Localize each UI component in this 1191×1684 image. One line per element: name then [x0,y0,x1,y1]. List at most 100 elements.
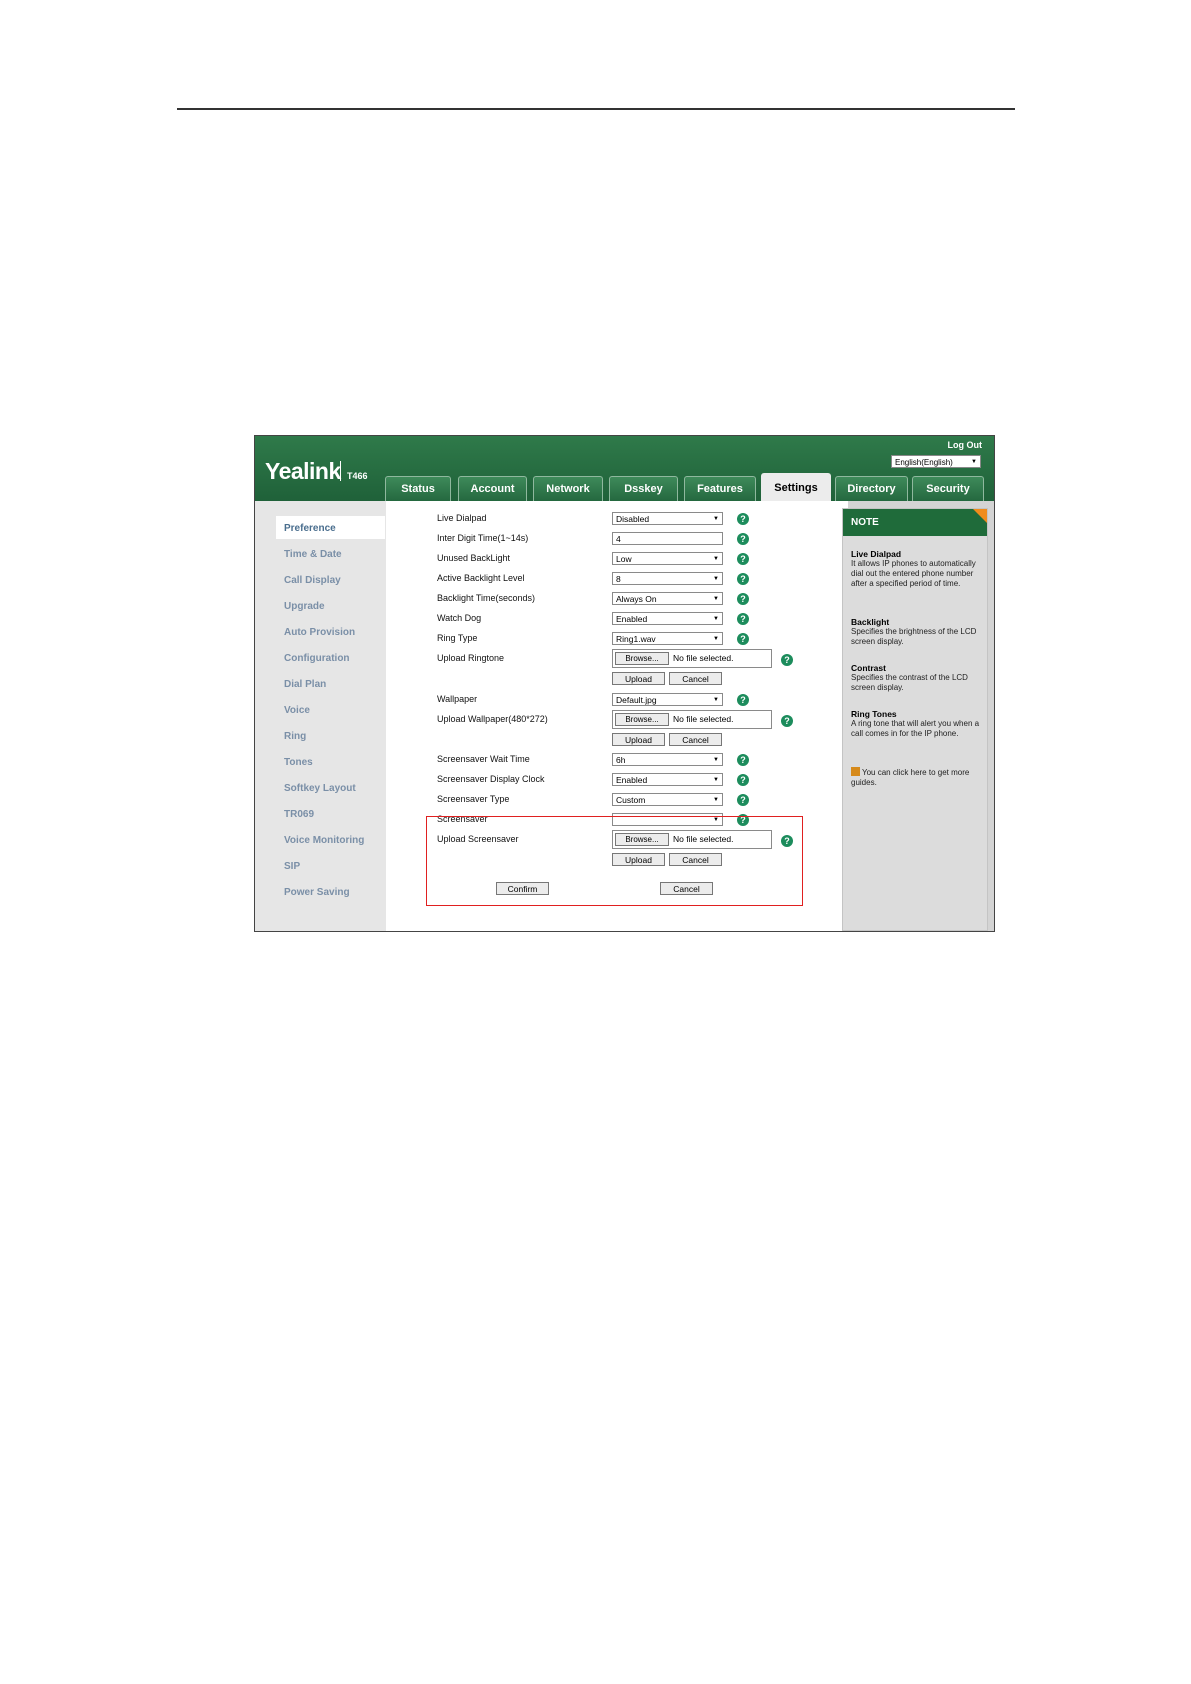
page-header-rule [177,108,1015,110]
cancel-upload-button[interactable]: Cancel [669,733,722,746]
browse-button[interactable]: Browse... [615,713,669,726]
file-input-ringtone: Browse... No file selected. [612,649,772,668]
note-text: Specifies the contrast of the LCD screen… [851,673,968,692]
label-upload-ringtone: Upload Ringtone [437,653,505,663]
help-icon[interactable]: ? [737,593,749,605]
label-wallpaper: Wallpaper [437,694,478,704]
file-input-wallpaper: Browse... No file selected. [612,710,772,729]
chevron-down-icon: ▼ [713,556,719,562]
help-icon[interactable]: ? [737,513,749,525]
label-active-backlight-level: Active Backlight Level [437,573,525,583]
select-live-dialpad[interactable]: Disabled ▼ [612,512,723,525]
chevron-down-icon: ▼ [713,596,719,602]
sidebar-item-configuration[interactable]: Configuration [284,653,350,664]
note-text: A ring tone that will alert you when a c… [851,719,980,738]
input-inter-digit-time[interactable]: 4 [612,532,723,545]
help-icon[interactable]: ? [737,573,749,585]
sidebar-item-tones[interactable]: Tones [284,757,313,768]
select-active-backlight-level[interactable]: 8 ▼ [612,572,723,585]
help-icon[interactable]: ? [781,715,793,727]
help-icon[interactable]: ? [737,694,749,706]
select-unused-backlight[interactable]: Low ▼ [612,552,723,565]
select-watch-dog[interactable]: Enabled ▼ [612,612,723,625]
chevron-down-icon: ▼ [713,636,719,642]
label-screensaver-wait-time: Screensaver Wait Time [437,754,530,764]
upload-button[interactable]: Upload [612,672,665,685]
note-title: Live Dialpad [851,549,902,559]
select-wallpaper[interactable]: Default.jpg ▼ [612,693,723,706]
note-text: It allows IP phones to automatically dia… [851,559,976,588]
sidebar-item-voice[interactable]: Voice [284,705,310,716]
help-icon[interactable]: ? [781,654,793,666]
note-panel: NOTE Live Dialpad It allows IP phones to… [842,508,988,931]
sidebar-item-preference[interactable]: Preference [284,523,336,534]
logo-separator [340,461,341,481]
tab-security[interactable]: Security [912,476,984,501]
tab-features[interactable]: Features [684,476,756,501]
label-watch-dog: Watch Dog [437,613,482,623]
browser-screenshot: Yealink T466 Log Out English(English) ▼ S… [254,435,995,932]
select-screensaver-wait-time[interactable]: 6h ▼ [612,753,723,766]
sidebar-item-softkey-layout[interactable]: Softkey Layout [284,783,356,794]
label-inter-digit-time: Inter Digit Time(1~14s) [437,533,529,543]
file-status: No file selected. [673,653,734,663]
tab-network[interactable]: Network [533,476,603,501]
help-icon[interactable]: ? [737,794,749,806]
cancel-button[interactable]: Cancel [660,882,713,895]
yealink-logo: Yealink [265,458,341,484]
sidebar-item-dial-plan[interactable]: Dial Plan [284,679,326,690]
header-bar: Yealink T466 Log Out English(English) ▼ S… [255,436,994,501]
label-screensaver-type: Screensaver Type [437,794,510,804]
chevron-down-icon: ▼ [713,797,719,803]
note-guide-link[interactable]: You can click here to get more guides. [851,767,983,788]
note-text: Specifies the brightness of the LCD scre… [851,627,977,646]
help-icon[interactable]: ? [737,613,749,625]
help-icon[interactable]: ? [737,553,749,565]
language-select[interactable]: English(English) ▼ [891,455,981,468]
help-icon[interactable]: ? [737,774,749,786]
sidebar-item-tr069[interactable]: TR069 [284,809,314,820]
sidebar-item-call-display[interactable]: Call Display [284,575,341,586]
chevron-down-icon: ▼ [713,616,719,622]
help-icon[interactable]: ? [737,533,749,545]
sidebar-item-power-saving[interactable]: Power Saving [284,887,350,898]
help-icon[interactable]: ? [737,754,749,766]
help-icon[interactable]: ? [737,633,749,645]
select-screensaver-type[interactable]: Custom ▼ [612,793,723,806]
select-backlight-time[interactable]: Always On ▼ [612,592,723,605]
tab-account[interactable]: Account [458,476,527,501]
sidebar [255,501,386,931]
note-title: Backlight [851,617,890,627]
label-screensaver-display-clock: Screensaver Display Clock [437,774,545,784]
sidebar-item-ring[interactable]: Ring [284,731,306,742]
tab-status[interactable]: Status [385,476,451,501]
sidebar-item-time-date[interactable]: Time & Date [284,549,342,560]
cancel-upload-button[interactable]: Cancel [669,672,722,685]
upload-button[interactable]: Upload [612,733,665,746]
label-live-dialpad: Live Dialpad [437,513,487,523]
label-unused-backlight: Unused BackLight [437,553,511,563]
model-label: T466 [347,471,368,481]
sidebar-item-auto-provision[interactable]: Auto Provision [284,627,355,638]
chevron-down-icon: ▼ [971,459,977,465]
file-status: No file selected. [673,714,734,724]
browse-button[interactable]: Browse... [615,652,669,665]
chevron-down-icon: ▼ [713,757,719,763]
label-ring-type: Ring Type [437,633,478,643]
tab-dsskey[interactable]: Dsskey [609,476,678,501]
select-ring-type[interactable]: Ring1.wav ▼ [612,632,723,645]
tab-settings[interactable]: Settings [761,473,831,501]
logout-link[interactable]: Log Out [948,440,983,450]
tab-directory[interactable]: Directory [835,476,908,501]
book-icon [851,767,860,776]
sidebar-item-voice-monitoring[interactable]: Voice Monitoring [284,835,364,846]
label-upload-wallpaper: Upload Wallpaper(480*272) [437,714,548,724]
select-screensaver-display-clock[interactable]: Enabled ▼ [612,773,723,786]
sidebar-item-sip[interactable]: SIP [284,861,300,872]
confirm-button[interactable]: Confirm [496,882,549,895]
sidebar-item-upgrade[interactable]: Upgrade [284,601,325,612]
note-title: Contrast [851,663,886,673]
chevron-down-icon: ▼ [713,576,719,582]
note-title: Ring Tones [851,709,897,719]
chevron-down-icon: ▼ [713,516,719,522]
